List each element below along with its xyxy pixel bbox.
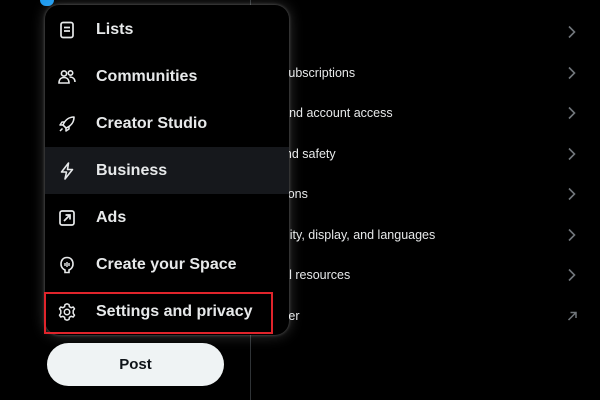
chevron-right-icon [566,25,578,39]
chevron-right-icon [566,228,578,242]
chevron-right-icon [566,147,578,161]
menu-item-ads[interactable]: Ads [45,194,289,241]
chevron-right-icon [566,187,578,201]
settings-item-additional-resources[interactable]: tional resources [250,255,600,296]
menu-item-business[interactable]: Business [45,147,289,194]
menu-item-label: Ads [96,208,127,226]
settings-item-privacy[interactable]: cy and safety [250,134,600,175]
gear-icon [57,302,77,322]
menu-item-label: Creator Studio [96,114,208,132]
menu-item-settings-privacy[interactable]: Settings and privacy [45,288,289,335]
list-icon [57,20,77,40]
ads-arrow-icon [57,208,77,228]
chevron-right-icon [566,268,578,282]
chevron-right-icon [566,106,578,120]
settings-item-security[interactable]: rity and account access [250,93,600,134]
menu-item-label: Lists [96,20,134,38]
more-menu: Lists Communities Creator Studio Busines… [45,5,289,335]
communities-icon [57,67,77,87]
settings-item-help-center[interactable]: Center [250,296,600,337]
lightning-icon [57,161,77,181]
menu-item-label: Communities [96,67,198,85]
settings-item-accessibility[interactable]: ssibility, display, and languages [250,215,600,256]
menu-item-communities[interactable]: Communities [45,53,289,100]
menu-item-label: Business [96,161,168,179]
settings-item-creator-subscriptions[interactable]: tor Subscriptions [250,53,600,94]
settings-list: nium tor Subscriptions rity and account … [250,12,600,336]
chevron-right-icon [566,66,578,80]
rocket-icon [57,114,77,134]
external-arrow-icon [566,309,578,323]
menu-item-label: Settings and privacy [96,302,253,320]
settings-item-notifications[interactable]: fications [250,174,600,215]
menu-item-lists[interactable]: Lists [45,6,289,53]
app-root: nium tor Subscriptions rity and account … [0,0,600,400]
microphone-icon [57,255,77,275]
menu-item-label: Create your Space [96,255,237,273]
menu-item-creator-studio[interactable]: Creator Studio [45,100,289,147]
post-button[interactable]: Post [47,343,224,386]
menu-item-create-space[interactable]: Create your Space [45,241,289,288]
settings-item-premium[interactable]: nium [250,12,600,53]
